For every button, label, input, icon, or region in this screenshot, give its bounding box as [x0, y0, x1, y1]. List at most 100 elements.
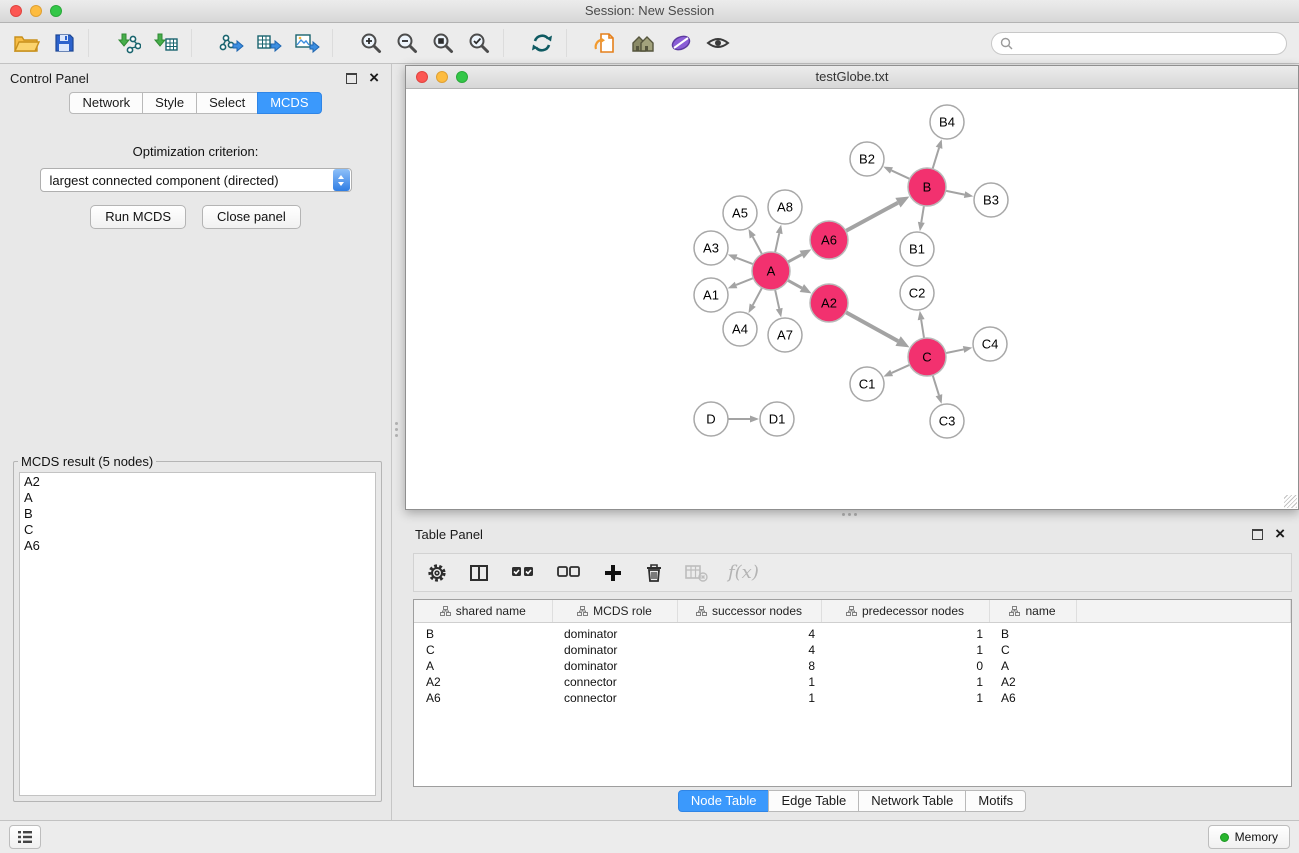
zoom-fit-icon[interactable] — [431, 26, 455, 60]
memory-status-icon — [1220, 833, 1229, 842]
float-panel-icon[interactable] — [346, 73, 357, 84]
apply-layout-icon[interactable] — [530, 26, 554, 60]
edge-arrowhead-icon — [748, 229, 755, 239]
main-toolbar — [0, 23, 1299, 64]
network-edge-A-A7[interactable] — [775, 290, 779, 309]
show-panels-button[interactable] — [9, 825, 41, 849]
network-edge-B-B1[interactable] — [921, 206, 924, 223]
tab-motifs[interactable]: Motifs — [965, 790, 1026, 812]
search-box[interactable] — [991, 32, 1287, 55]
network-edge-A-A3[interactable] — [736, 258, 753, 265]
node-label: B4 — [939, 115, 955, 130]
tab-node-table[interactable]: Node Table — [678, 790, 770, 812]
node-label: C1 — [859, 377, 876, 392]
close-panel-icon[interactable]: × — [369, 73, 379, 83]
network-edge-C-C4[interactable] — [946, 349, 964, 353]
network-minimize-button[interactable] — [436, 71, 448, 83]
horizontal-splitter-handle[interactable] — [842, 513, 857, 516]
table-row[interactable]: A2connector11A2 — [414, 674, 1291, 690]
report-document-icon[interactable] — [593, 26, 617, 60]
float-table-panel-icon[interactable] — [1252, 529, 1263, 540]
column-header-predecessor-nodes[interactable]: predecessor nodes — [821, 600, 989, 623]
search-input[interactable] — [1018, 35, 1278, 52]
network-edge-A-A4[interactable] — [753, 288, 762, 305]
column-header-shared-name[interactable]: shared name — [414, 600, 552, 623]
network-edge-A-A8[interactable] — [775, 233, 779, 252]
tab-network[interactable]: Network — [69, 92, 143, 114]
table-row[interactable]: Cdominator41C — [414, 642, 1291, 658]
save-session-icon[interactable] — [52, 26, 76, 60]
result-item[interactable]: A2 — [24, 474, 371, 490]
zoom-out-icon[interactable] — [395, 26, 419, 60]
status-bar: Memory — [0, 820, 1299, 853]
edge-arrowhead-icon — [776, 225, 783, 235]
result-item[interactable]: B — [24, 506, 371, 522]
network-zoom-button[interactable] — [456, 71, 468, 83]
mcds-result-list[interactable]: A2ABCA6 — [19, 472, 376, 796]
run-mcds-button[interactable]: Run MCDS — [90, 205, 186, 229]
result-item[interactable]: C — [24, 522, 371, 538]
toggle-details-icon[interactable] — [669, 26, 693, 60]
table-row[interactable]: A6connector11A6 — [414, 690, 1291, 706]
zoom-in-icon[interactable] — [359, 26, 383, 60]
control-panel-tabs: NetworkStyleSelectMCDS — [0, 92, 391, 114]
eye-icon[interactable] — [705, 26, 731, 60]
node-label: C4 — [982, 337, 999, 352]
add-column-icon[interactable] — [602, 562, 624, 584]
column-selector-icon[interactable] — [468, 562, 490, 584]
table-row[interactable]: Adominator80A — [414, 658, 1291, 674]
vertical-splitter-handle[interactable] — [395, 422, 398, 437]
home-pair-icon[interactable] — [629, 26, 657, 60]
resize-grip-icon[interactable] — [1284, 495, 1297, 508]
memory-button[interactable]: Memory — [1208, 825, 1290, 849]
tab-style[interactable]: Style — [142, 92, 197, 114]
close-panel-button[interactable]: Close panel — [202, 205, 301, 229]
result-item[interactable]: A — [24, 490, 371, 506]
select-all-icon[interactable] — [510, 562, 536, 584]
toolbar-separator — [88, 29, 103, 57]
network-edge-A-A5[interactable] — [753, 237, 762, 254]
export-network-icon[interactable] — [218, 26, 244, 60]
column-header-successor-nodes[interactable]: successor nodes — [677, 600, 821, 623]
table-settings-gear-icon[interactable] — [426, 562, 448, 584]
network-edge-A-A1[interactable] — [736, 278, 753, 285]
network-edge-B-B3[interactable] — [946, 191, 965, 195]
node-label: B — [923, 180, 932, 195]
result-item[interactable]: A6 — [24, 538, 371, 554]
import-network-icon[interactable] — [115, 26, 141, 60]
delete-column-icon[interactable] — [644, 562, 664, 584]
network-edge-C-C3[interactable] — [933, 375, 939, 395]
edge-arrowhead-icon — [776, 308, 783, 318]
table-row[interactable]: Bdominator41B — [414, 623, 1291, 643]
network-edge-B-B4[interactable] — [933, 148, 939, 169]
import-table-icon[interactable] — [153, 26, 179, 60]
optimization-criterion-select[interactable]: largest connected component (directed) — [40, 168, 352, 192]
network-window-titlebar[interactable]: testGlobe.txt — [406, 66, 1298, 89]
network-canvas-svg[interactable]: B4B2BB3A8A5A6A3B1AA1C2A2A4A7C4CC1C3DD1 — [406, 89, 1298, 509]
node-label: D — [706, 412, 715, 427]
node-table-body: Bdominator41BCdominator41CAdominator80AA… — [414, 623, 1291, 707]
node-label: A5 — [732, 206, 748, 221]
network-edge-C-C1[interactable] — [892, 365, 910, 373]
column-header-mcds-role[interactable]: MCDS role — [552, 600, 677, 623]
tab-edge-table[interactable]: Edge Table — [768, 790, 859, 812]
export-table-icon[interactable] — [256, 26, 282, 60]
column-type-icon — [696, 606, 707, 616]
network-edge-A-A2[interactable] — [788, 280, 802, 288]
column-type-icon — [577, 606, 588, 616]
network-edge-A2-C[interactable] — [846, 312, 898, 341]
tab-mcds[interactable]: MCDS — [257, 92, 321, 114]
deselect-all-icon[interactable] — [556, 562, 582, 584]
network-edge-A6-B[interactable] — [846, 203, 898, 231]
network-edge-C-C2[interactable] — [921, 320, 924, 339]
network-edge-A-A6[interactable] — [788, 255, 802, 262]
export-image-icon[interactable] — [294, 26, 320, 60]
tab-select[interactable]: Select — [196, 92, 258, 114]
network-close-button[interactable] — [416, 71, 428, 83]
zoom-selected-icon[interactable] — [467, 26, 491, 60]
tab-network-table[interactable]: Network Table — [858, 790, 966, 812]
network-edge-B-B2[interactable] — [891, 170, 909, 179]
open-session-icon[interactable] — [12, 26, 40, 60]
column-header-name[interactable]: name — [989, 600, 1076, 623]
close-table-panel-icon[interactable]: × — [1275, 529, 1285, 539]
